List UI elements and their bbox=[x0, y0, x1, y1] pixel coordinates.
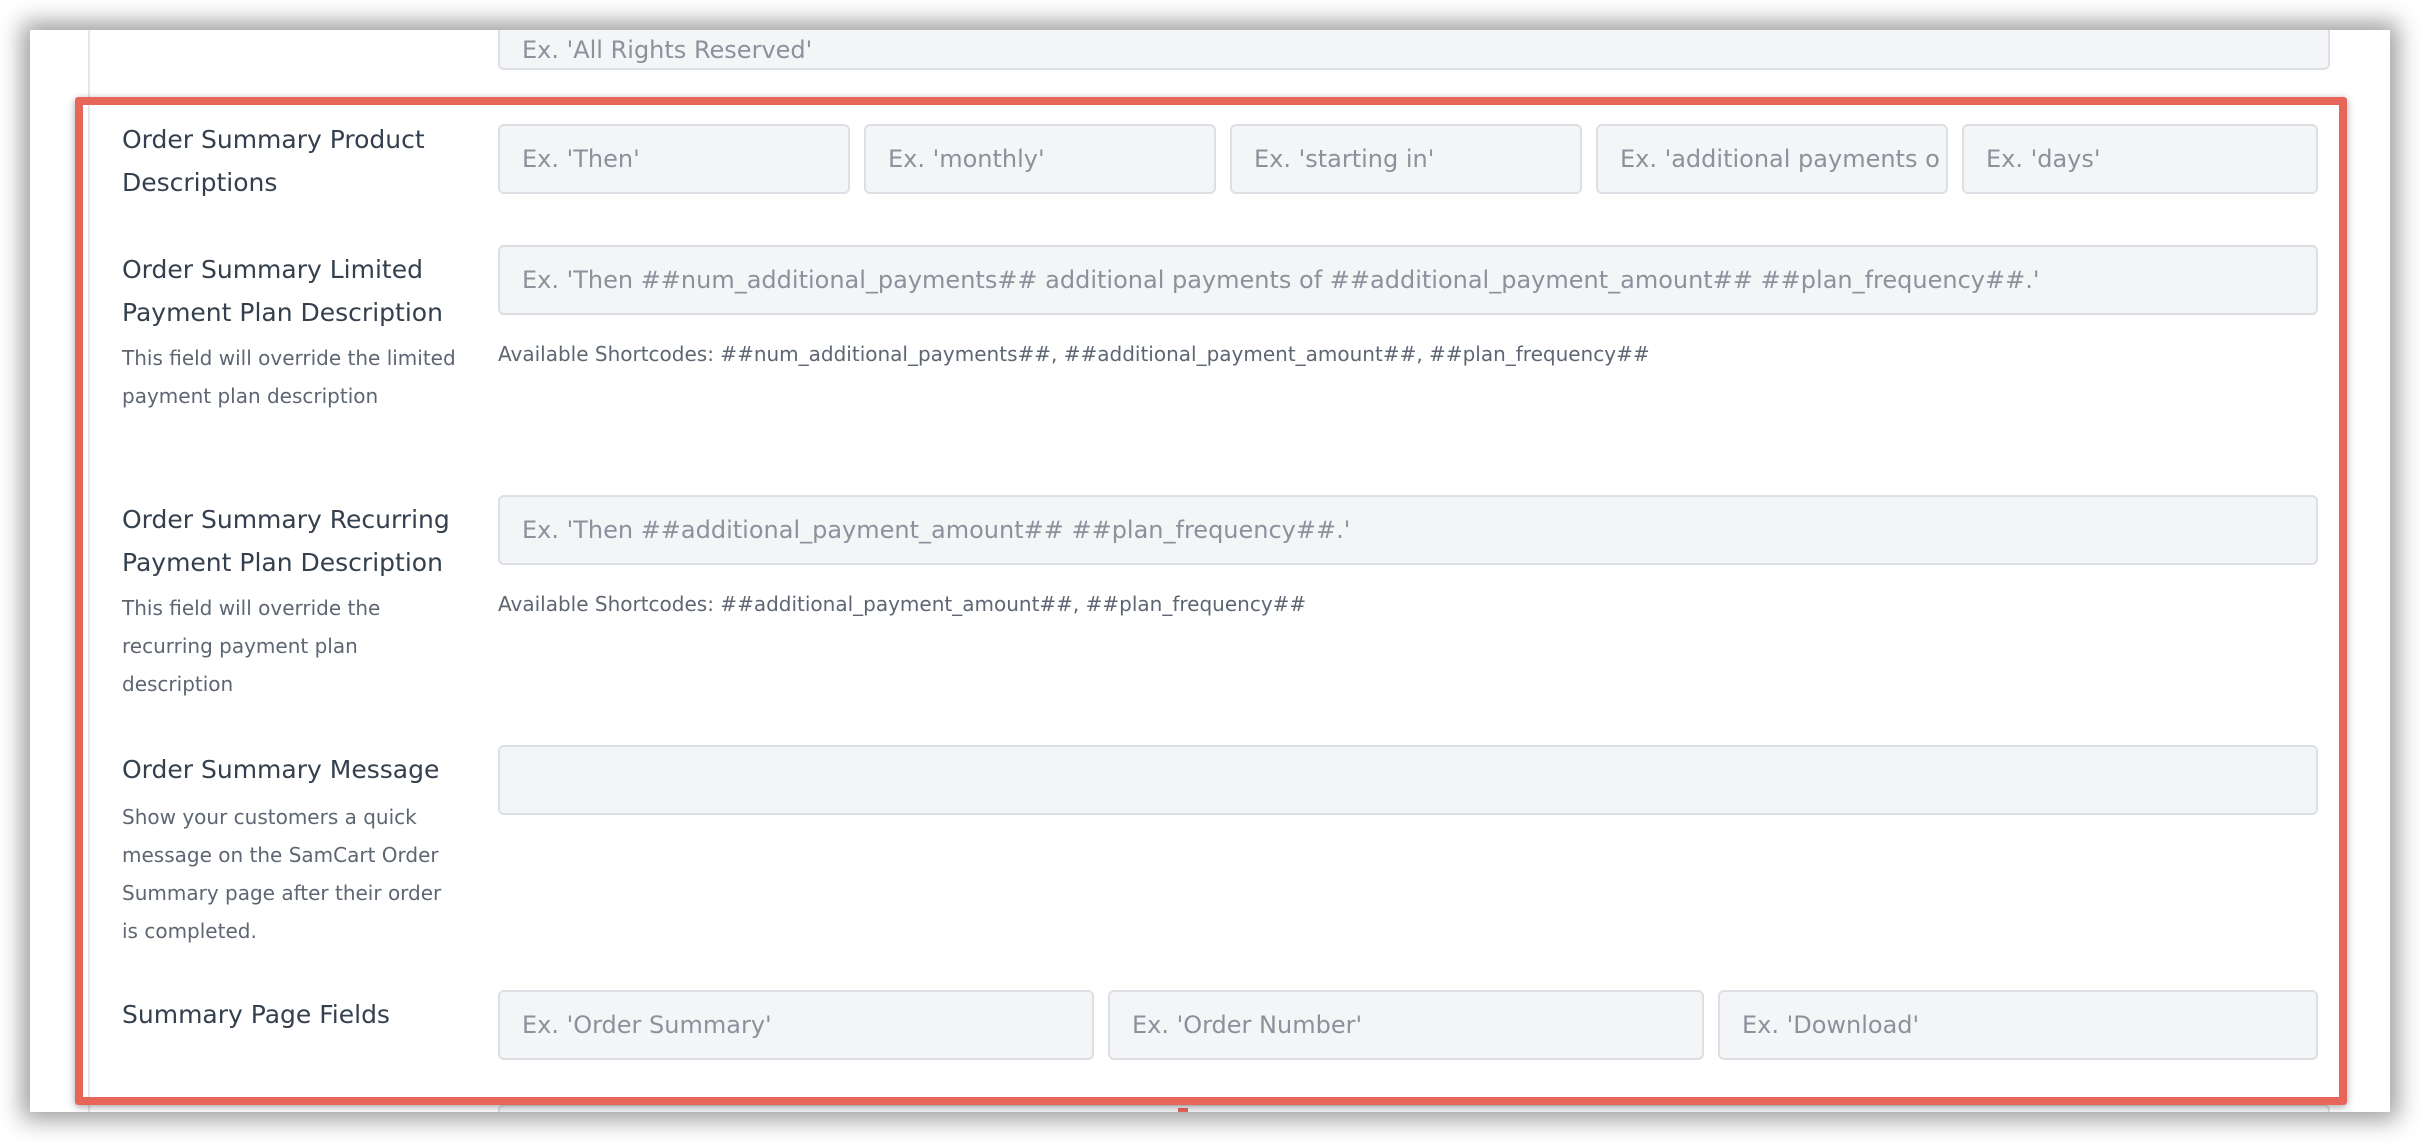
next-field-input[interactable] bbox=[498, 1104, 2330, 1112]
settings-panel: Ex. 'All Rights Reserved' Order Summary … bbox=[30, 30, 2390, 1112]
bottom-marker bbox=[1178, 1108, 1188, 1112]
highlight-box bbox=[75, 97, 2347, 1105]
footer-text-input[interactable]: Ex. 'All Rights Reserved' bbox=[498, 30, 2330, 70]
